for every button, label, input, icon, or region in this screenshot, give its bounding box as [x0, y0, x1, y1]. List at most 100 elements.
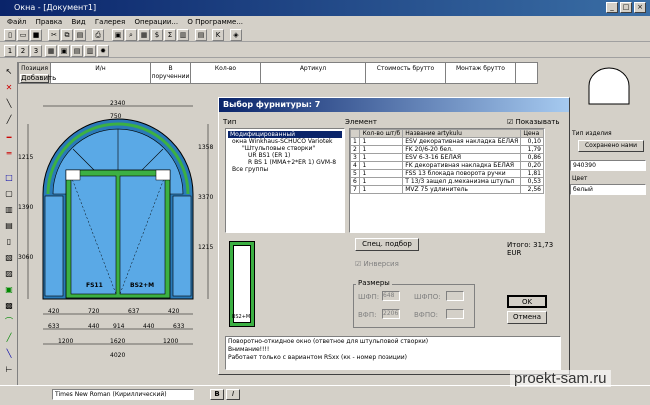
menu-about[interactable]: О Программе... — [187, 18, 243, 26]
k-icon[interactable]: K — [212, 29, 224, 41]
minimize-button[interactable]: _ — [606, 2, 618, 13]
dim-left-2: 1390 — [18, 204, 34, 211]
col-mount-gross: Монтаж брутто — [446, 63, 516, 83]
tree-item-modified[interactable]: Модифицированный — [228, 131, 342, 138]
view-3-button[interactable]: 3 — [30, 45, 42, 57]
font-select[interactable]: Times New Roman (Кириллический) — [52, 389, 194, 400]
tree-item-ur-bs1[interactable]: UR BS1 (ER 1) — [228, 152, 342, 159]
sum-icon[interactable]: Σ — [164, 29, 176, 41]
blue-line-icon[interactable]: ╲ — [3, 348, 15, 360]
tree-item-r-bs1[interactable]: R BS 1 (MMA+2*ER 1) GVM-8 — [228, 159, 342, 166]
cut-icon[interactable]: ✂ — [48, 29, 60, 41]
dim-bottom-3: 637 — [128, 308, 140, 315]
menu-file[interactable]: Файл — [7, 18, 26, 26]
view-1-button[interactable]: 1 — [4, 45, 16, 57]
frame-icon[interactable]: ▢ — [3, 188, 15, 200]
dim-bottom-4: 420 — [168, 308, 180, 315]
print-icon[interactable]: ⎙ — [92, 29, 104, 41]
sizes-label: Размеры — [356, 279, 392, 287]
dim-top-arch: 750 — [110, 113, 122, 120]
table-row[interactable]: 61T 13/3 защел д.механизма штульп 0,53 — [350, 177, 544, 186]
grid-icon[interactable]: ▥ — [177, 29, 189, 41]
table-row[interactable]: 4 1 FK декоративная накладка БЕЛАЯ 0,20 — [350, 161, 544, 170]
layout-c-icon[interactable]: ▤ — [71, 45, 83, 57]
find-icon[interactable]: ⌕ — [125, 29, 137, 41]
save-icon[interactable]: ■ — [30, 29, 42, 41]
bold-icon[interactable]: B — [210, 389, 224, 400]
table-row[interactable]: 2 1 FK 20/6-20 бел. 1,79 — [350, 145, 544, 154]
wfp-field[interactable]: 648 — [382, 291, 400, 301]
delete-icon[interactable]: ✕ — [3, 82, 15, 94]
open-icon[interactable]: ▭ — [17, 29, 29, 41]
grid-header-qty: Кол-во шт/б — [359, 129, 404, 138]
preview-icon[interactable]: ▣ — [112, 29, 124, 41]
layout-b-icon[interactable]: ▣ — [58, 45, 70, 57]
pointer-icon[interactable]: ↖ — [3, 66, 15, 78]
layout-d-icon[interactable]: ▥ — [84, 45, 96, 57]
fittings-grid[interactable]: Кол-во шт/б Название artykulu Цена 1 1 ESV… — [349, 128, 545, 233]
diagonal-icon[interactable]: ╱ — [3, 114, 15, 126]
copy-icon[interactable]: ⧉ — [61, 29, 73, 41]
code-select[interactable]: 940390 — [570, 160, 646, 171]
hline-icon[interactable]: ━ — [3, 132, 15, 144]
inversion-checkbox[interactable]: ☑ Инверсия — [355, 260, 399, 268]
layout-a-icon[interactable]: ▦ — [45, 45, 57, 57]
vfp-label: ВФП: — [358, 311, 377, 319]
double-line-icon[interactable]: ═ — [3, 148, 15, 160]
menu-edit[interactable]: Правка — [36, 18, 63, 26]
cancel-button[interactable]: Отмена — [507, 311, 547, 324]
saved-button[interactable]: Сохранено нами — [578, 140, 644, 152]
menu-operations[interactable]: Операции... — [134, 18, 178, 26]
door-icon[interactable]: ▯ — [3, 236, 15, 248]
table-row[interactable]: 7 1 MVZ 75 удлинитель 2,56 — [350, 185, 544, 194]
ok-button[interactable]: OK — [507, 295, 547, 308]
dim-bottom-total: 4020 — [110, 352, 126, 359]
dim-left-1: 1215 — [18, 154, 34, 161]
paste-icon[interactable]: ▤ — [74, 29, 86, 41]
sash-icon[interactable]: ▥ — [3, 204, 15, 216]
glass-icon[interactable]: ▧ — [3, 252, 15, 264]
green-line-icon[interactable]: ╱ — [3, 332, 15, 344]
maximize-button[interactable]: □ — [620, 2, 632, 13]
report-icon[interactable]: ▦ — [138, 29, 150, 41]
table-row[interactable]: 1 1 ESV декоративная накладка БЕЛАЯ 0,10 — [350, 137, 544, 146]
color-select[interactable]: белый — [570, 184, 646, 195]
measure-icon[interactable]: ⊢ — [3, 364, 15, 376]
arc-icon[interactable]: ⌒ — [3, 316, 15, 328]
table-row[interactable]: 3 1 ESV 6-3-16 БЕЛАЯ 0,86 — [350, 153, 544, 162]
menu-gallery[interactable]: Галерея — [95, 18, 125, 26]
dim-bottom-1: 420 — [48, 308, 60, 315]
spec-select-button[interactable]: Спец. подбор — [355, 238, 419, 251]
lightbulb-icon[interactable]: ✹ — [97, 45, 109, 57]
vfp-field[interactable]: 2206 — [382, 309, 400, 319]
calc-icon[interactable]: ▤ — [195, 29, 207, 41]
new-icon[interactable]: ▯ — [4, 29, 16, 41]
fill-icon[interactable]: ▩ — [3, 300, 15, 312]
profile-icon[interactable]: ▨ — [3, 268, 15, 280]
dim-bottom-8: 440 — [143, 323, 155, 330]
tree-item-schuco[interactable]: окна Winkhaus-SCHUCO Variotek — [228, 138, 342, 145]
wfpo-field[interactable] — [446, 291, 464, 301]
italic-icon[interactable]: I — [226, 389, 240, 400]
col-id: И/н — [51, 63, 151, 83]
left-toolbar: ↖ ✕ ╲ ╱ ━ ═ □ ▢ ▥ ▤ ▯ ▧ ▨ ▣ ▩ ⌒ ╱ ╲ ⊢ — [0, 62, 18, 385]
view-2-button[interactable]: 2 — [17, 45, 29, 57]
palette-icon[interactable]: ◈ — [230, 29, 242, 41]
table-row[interactable]: 5 1 FSS 13 блокада поворота ручки 1,81 — [350, 169, 544, 178]
vfpo-field[interactable] — [446, 309, 464, 319]
green-frame-icon[interactable]: ▣ — [3, 284, 15, 296]
menu-bar: Файл Правка Вид Галерея Операции... О Пр… — [0, 16, 650, 28]
menu-view[interactable]: Вид — [71, 18, 85, 26]
tree-item-shtulp[interactable]: "Штульповые створки" — [228, 145, 342, 152]
tree-item-all-groups[interactable]: Все группы — [228, 166, 342, 173]
window-drawing: 2340 750 1215 1390 3060 1358 3370 1215 F… — [18, 84, 218, 374]
rect-icon[interactable]: □ — [3, 172, 15, 184]
type-label: Тип изделия — [572, 130, 612, 137]
dim-top-total: 2340 — [110, 100, 126, 107]
dollar-icon[interactable]: $ — [151, 29, 163, 41]
close-button[interactable]: × — [634, 2, 646, 13]
add-position-button[interactable]: Добавить — [20, 74, 56, 83]
impost-icon[interactable]: ▤ — [3, 220, 15, 232]
type-tree[interactable]: Модифицированный окна Winkhaus-SCHUCO Va… — [225, 128, 345, 233]
line-icon[interactable]: ╲ — [3, 98, 15, 110]
